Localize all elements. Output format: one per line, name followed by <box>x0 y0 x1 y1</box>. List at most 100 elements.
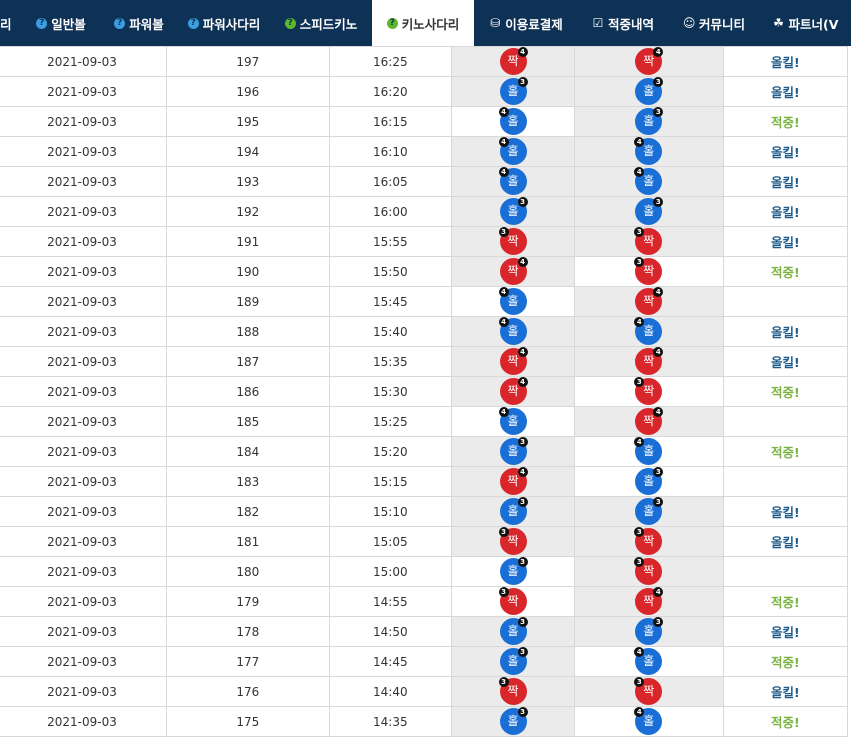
top-nav: 리? 일반볼? 파워볼? 파워사다리? 스피드키노? 키노사다리 ⛁ 이용료결제 ☑ 적중내역 ☺ 커… <box>0 0 851 46</box>
cell-date: 2021-09-03 <box>0 676 167 707</box>
question-icon: ? <box>187 17 199 29</box>
table-row: 2021-09-03 186 15:30 짝 4 짝 3 적중! <box>0 376 849 407</box>
cell-date: 2021-09-03 <box>0 616 167 647</box>
tab-5[interactable]: ? 키노사다리 <box>372 0 474 46</box>
cell-result <box>722 286 849 317</box>
cell-result: 올킬! <box>722 346 849 377</box>
cell-date: 2021-09-03 <box>0 376 167 407</box>
odd-ball: 홀3 <box>635 77 664 105</box>
cell-result: 적중! <box>722 646 849 677</box>
ball-cell: 짝3 <box>573 376 724 407</box>
question-icon: ? <box>114 17 126 29</box>
ball-label: 홀 <box>643 324 655 338</box>
ball-label: 홀 <box>507 504 519 518</box>
cell-round: 182 <box>165 496 330 527</box>
tab-0[interactable]: 리 <box>0 0 22 46</box>
table-row: 2021-09-03 187 15:35 짝 4 짝 4 올킬! <box>0 346 849 377</box>
odd-ball: 홀4 <box>634 317 663 345</box>
cell-time: 15:35 <box>328 346 453 377</box>
cell-round: 177 <box>165 646 330 677</box>
odd-ball: 홀3 <box>499 647 528 675</box>
table-row: 2021-09-03 180 15:00 홀 3 짝 3 <box>0 556 849 587</box>
ball-cell: 홀3 <box>451 706 575 737</box>
tab-2[interactable]: ? 파워볼 <box>100 0 178 46</box>
odd-ball: 홀4 <box>498 137 527 165</box>
ball-count-badge: 3 <box>517 77 528 87</box>
ball-label: 짝 <box>507 54 519 68</box>
cell-date: 2021-09-03 <box>0 76 167 107</box>
ball-cell: 홀3 <box>573 76 724 107</box>
table-row: 2021-09-03 183 15:15 짝 4 홀 3 <box>0 466 849 497</box>
ball-cell: 짝3 <box>451 586 575 617</box>
odd-ball: 홀4 <box>634 137 663 165</box>
tab-4[interactable]: ? 스피드키노 <box>270 0 372 46</box>
tab-8[interactable]: ☺ 커뮤니티 <box>668 0 760 46</box>
table-row: 2021-09-03 188 15:40 홀 4 홀 4 올킬! <box>0 316 849 347</box>
even-ball: 짝3 <box>634 677 663 705</box>
table-row: 2021-09-03 176 14:40 짝 3 짝 3 올킬! <box>0 676 849 707</box>
tab-label: 적중내역 <box>607 16 654 32</box>
ball-label: 홀 <box>643 114 655 128</box>
odd-ball: 홀3 <box>499 497 528 525</box>
ball-cell: 짝4 <box>573 586 724 617</box>
ball-label: 짝 <box>643 534 655 548</box>
ball-cell: 홀4 <box>573 316 724 347</box>
ball-cell: 홀3 <box>573 496 724 527</box>
cell-round: 181 <box>165 526 330 557</box>
odd-ball: 홀4 <box>634 647 663 675</box>
cell-round: 185 <box>165 406 330 437</box>
ball-count-badge: 4 <box>653 407 664 417</box>
table-row: 2021-09-03 194 16:10 홀 4 홀 4 올킬! <box>0 136 849 167</box>
cell-time: 15:20 <box>328 436 453 467</box>
ball-label: 홀 <box>507 114 519 128</box>
ball-label: 짝 <box>507 384 519 398</box>
cell-date: 2021-09-03 <box>0 136 167 167</box>
ball-count-badge: 4 <box>653 287 664 297</box>
ball-label: 홀 <box>507 294 519 308</box>
ball-cell: 홀3 <box>451 556 575 587</box>
ball-cell: 짝3 <box>573 256 724 287</box>
tab-7[interactable]: ☑ 적중내역 <box>578 0 668 46</box>
table-row: 2021-09-03 190 15:50 짝 4 짝 3 적중! <box>0 256 849 287</box>
cell-date: 2021-09-03 <box>0 646 167 677</box>
tab-6[interactable]: ⛁ 이용료결제 <box>474 0 578 46</box>
ball-label: 짝 <box>507 684 519 698</box>
tab-3[interactable]: ? 파워사다리 <box>178 0 270 46</box>
table-row: 2021-09-03 197 16:25 짝 4 짝 4 올킬! <box>0 46 849 77</box>
odd-ball: 홀3 <box>635 107 664 135</box>
cell-time: 16:15 <box>328 106 453 137</box>
cell-date: 2021-09-03 <box>0 106 167 137</box>
ball-cell: 짝4 <box>451 376 575 407</box>
ball-cell: 홀4 <box>573 646 724 677</box>
ball-count-badge: 4 <box>498 107 509 117</box>
cell-time: 14:50 <box>328 616 453 647</box>
ball-label: 짝 <box>643 414 655 428</box>
cell-time: 16:05 <box>328 166 453 197</box>
cell-time: 16:00 <box>328 196 453 227</box>
tab-1[interactable]: ? 일반볼 <box>22 0 100 46</box>
ball-label: 홀 <box>507 204 519 218</box>
ball-label: 홀 <box>507 174 519 188</box>
table-row: 2021-09-03 184 15:20 홀 3 홀 4 적중! <box>0 436 849 467</box>
even-ball: 짝3 <box>634 557 663 585</box>
ball-cell: 홀3 <box>451 76 575 107</box>
ball-count-badge: 4 <box>498 287 509 297</box>
cell-time: 15:10 <box>328 496 453 527</box>
ball-count-badge: 4 <box>517 467 528 477</box>
cell-round: 183 <box>165 466 330 497</box>
cell-round: 189 <box>165 286 330 317</box>
cell-round: 179 <box>165 586 330 617</box>
ball-label: 짝 <box>507 594 519 608</box>
question-green-icon: ? <box>386 17 398 29</box>
cell-time: 14:40 <box>328 676 453 707</box>
ball-label: 홀 <box>643 204 655 218</box>
table-row: 2021-09-03 178 14:50 홀 3 홀 3 올킬! <box>0 616 849 647</box>
ball-label: 홀 <box>507 84 519 98</box>
ball-count-badge: 3 <box>498 227 509 237</box>
ball-cell: 짝3 <box>451 676 575 707</box>
tab-9[interactable]: ☘ 파트너(V <box>760 0 851 46</box>
cell-result: 적중! <box>722 436 849 467</box>
odd-ball: 홀4 <box>634 707 663 735</box>
ball-count-badge: 3 <box>517 707 528 717</box>
cell-result: 올킬! <box>722 46 849 77</box>
